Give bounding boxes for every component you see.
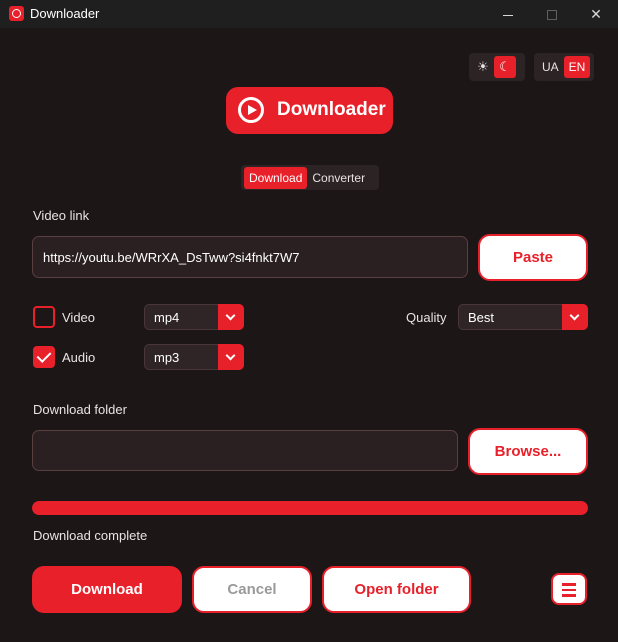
quality-value: Best [468,309,495,325]
chevron-down-icon [218,304,244,330]
language-en-button[interactable]: EN [563,56,591,78]
light-theme-button[interactable]: ☀ [472,56,494,78]
audio-format-value: mp3 [154,349,180,365]
title-bar: Downloader ✕ [0,0,618,28]
audio-format-select[interactable]: mp3 [144,344,244,370]
tab-converter[interactable]: Converter [307,167,370,189]
close-icon: ✕ [590,6,602,22]
window-title: Downloader [30,6,100,21]
logo-text: Downloader [277,99,386,120]
audio-label: Audio [62,350,96,365]
tab-download[interactable]: Download [244,166,308,189]
browse-button[interactable]: Browse... [468,428,588,475]
maximize-button[interactable] [530,0,574,28]
audio-checkbox[interactable] [33,346,55,368]
play-circle-icon [238,97,264,123]
menu-icon-bar [562,594,576,597]
sun-icon: ☀ [477,59,489,74]
menu-icon [562,583,576,586]
quality-label: Quality [406,310,447,325]
download-folder-input[interactable] [32,430,458,471]
video-format-select[interactable]: mp4 [144,304,244,330]
close-button[interactable]: ✕ [574,0,618,28]
language-ua-button[interactable]: UA [537,56,564,78]
theme-toggle: ☀ ☾ [469,53,525,81]
app-icon [9,6,24,21]
mode-tabs: Download Converter [241,165,379,190]
video-checkbox[interactable] [33,306,55,328]
language-toggle: UA EN [534,53,594,81]
video-label: Video [62,310,96,325]
download-button[interactable]: Download [32,566,182,613]
chevron-down-icon [218,344,244,370]
app-logo: Downloader [226,87,393,134]
minimize-icon [503,14,513,16]
video-link-value: https://youtu.be/WRrXA_DsTww?si4fnkt7W7 [43,249,300,265]
video-link-label: Video link [33,208,90,223]
minimize-button[interactable] [486,0,530,28]
maximize-icon [547,10,557,21]
quality-select[interactable]: Best [458,304,588,330]
video-link-input[interactable]: https://youtu.be/WRrXA_DsTww?si4fnkt7W7 [32,236,468,278]
video-format-value: mp4 [154,309,180,325]
moon-icon: ☾ [499,59,511,74]
menu-icon-bar [562,588,576,591]
open-folder-button[interactable]: Open folder [322,566,471,613]
download-folder-label: Download folder [33,402,127,417]
chevron-down-icon [562,304,588,330]
cancel-button[interactable]: Cancel [192,566,312,613]
dark-theme-button[interactable]: ☾ [494,56,516,78]
menu-button[interactable] [551,573,587,605]
paste-button[interactable]: Paste [478,234,588,281]
download-progress-bar [32,501,588,515]
status-text: Download complete [33,528,148,543]
progress-fill [32,501,588,515]
